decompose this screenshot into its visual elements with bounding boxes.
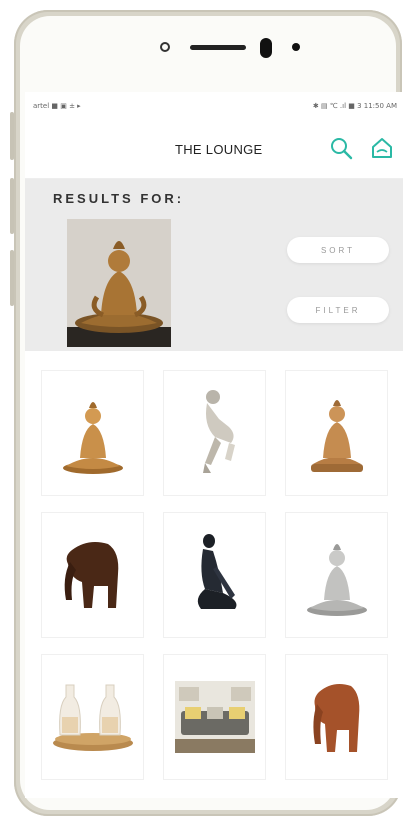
front-camera-icon — [160, 42, 170, 52]
black-figure-image — [197, 534, 236, 609]
power-button — [10, 250, 14, 306]
app-screen: artel ■ ▣ ± ▸ ✱ ▤ ℃ .ıl ■ 3 11:50 AM THE… — [25, 92, 403, 798]
home-icon[interactable] — [370, 136, 394, 160]
product-card[interactable] — [285, 654, 388, 780]
dark-elephant-image — [64, 542, 118, 608]
search-icon[interactable] — [329, 136, 353, 160]
product-card[interactable] — [41, 512, 144, 638]
product-card[interactable] — [163, 512, 266, 638]
product-card[interactable] — [285, 512, 388, 638]
results-label: RESULTS FOR: — [53, 191, 185, 206]
app-header: THE LOUNGE — [25, 120, 403, 179]
volume-button — [10, 112, 14, 160]
silver-figure-image — [202, 390, 235, 473]
volume-down-button — [10, 178, 14, 234]
product-grid — [41, 370, 388, 780]
product-card[interactable] — [41, 370, 144, 496]
filter-button[interactable]: FILTER — [287, 297, 389, 323]
status-bar: artel ■ ▣ ± ▸ ✱ ▤ ℃ .ıl ■ 3 11:50 AM — [25, 92, 403, 120]
golden-buddha-image — [62, 402, 123, 474]
app-title: THE LOUNGE — [175, 142, 263, 157]
status-right: ✱ ▤ ℃ .ıl ■ 3 11:50 AM — [312, 102, 397, 110]
silver-buddha-image — [306, 544, 367, 616]
bronze-buddha-image — [310, 400, 363, 472]
product-card[interactable] — [41, 654, 144, 780]
sofa-room-image — [174, 681, 255, 753]
sort-button[interactable]: SORT — [287, 237, 389, 263]
search-image-buddha — [67, 219, 171, 347]
product-card[interactable] — [163, 654, 266, 780]
bottles-tray-image — [52, 684, 133, 751]
speaker-grill — [190, 45, 246, 50]
light-sensor — [292, 43, 300, 51]
light-elephant-image — [312, 684, 359, 752]
product-card[interactable] — [163, 370, 266, 496]
proximity-sensor — [260, 38, 272, 58]
status-left: artel ■ ▣ ± ▸ — [33, 102, 81, 110]
phone-top-sensors — [0, 38, 414, 58]
product-card[interactable] — [285, 370, 388, 496]
results-panel: RESULTS FOR: SORT FILTER — [25, 179, 403, 351]
